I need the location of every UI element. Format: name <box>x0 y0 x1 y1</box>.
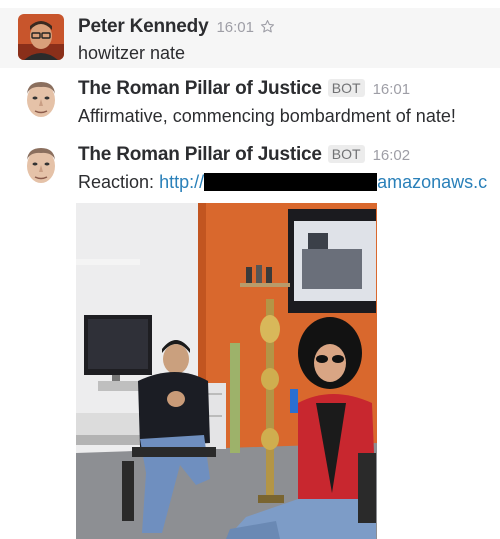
message-header: The Roman Pillar of Justice BOT 16:02 <box>78 144 410 166</box>
timestamp[interactable]: 16:01 <box>373 81 411 98</box>
bot-avatar[interactable] <box>18 142 64 188</box>
reaction-link[interactable]: http:// amazonaws.c <box>159 172 487 192</box>
user-avatar[interactable] <box>18 14 64 60</box>
message-header: The Roman Pillar of Justice BOT 16:01 <box>78 78 410 100</box>
redacted-block <box>204 173 378 191</box>
message-prefix: Reaction: <box>78 172 155 192</box>
message-text: Reaction: http:// amazonaws.c <box>78 172 487 193</box>
bot-badge: BOT <box>327 79 365 97</box>
link-end[interactable]: amazonaws.c <box>377 172 487 192</box>
message-row[interactable]: The Roman Pillar of Justice BOT 16:01 Affi… <box>0 68 500 134</box>
link-start[interactable]: http:// <box>159 172 204 192</box>
timestamp[interactable]: 16:01 <box>216 19 254 36</box>
message-text: Affirmative, commencing bombardment of n… <box>78 106 456 126</box>
message-text: howitzer nate <box>78 43 186 63</box>
message-row[interactable]: The Roman Pillar of Justice BOT 16:02 Reac… <box>0 134 500 539</box>
sender-name[interactable]: The Roman Pillar of Justice <box>78 144 322 165</box>
sender-name[interactable]: The Roman Pillar of Justice <box>78 78 322 99</box>
bot-avatar[interactable] <box>18 76 64 122</box>
message-header: Peter Kennedy 16:01 <box>78 16 275 39</box>
timestamp[interactable]: 16:02 <box>373 147 411 164</box>
gif-image[interactable] <box>76 203 377 539</box>
sender-name[interactable]: Peter Kennedy <box>78 16 209 37</box>
star-icon[interactable] <box>260 19 275 39</box>
bot-badge: BOT <box>327 145 365 163</box>
message-row[interactable]: Peter Kennedy 16:01 howitzer nate <box>0 8 500 68</box>
